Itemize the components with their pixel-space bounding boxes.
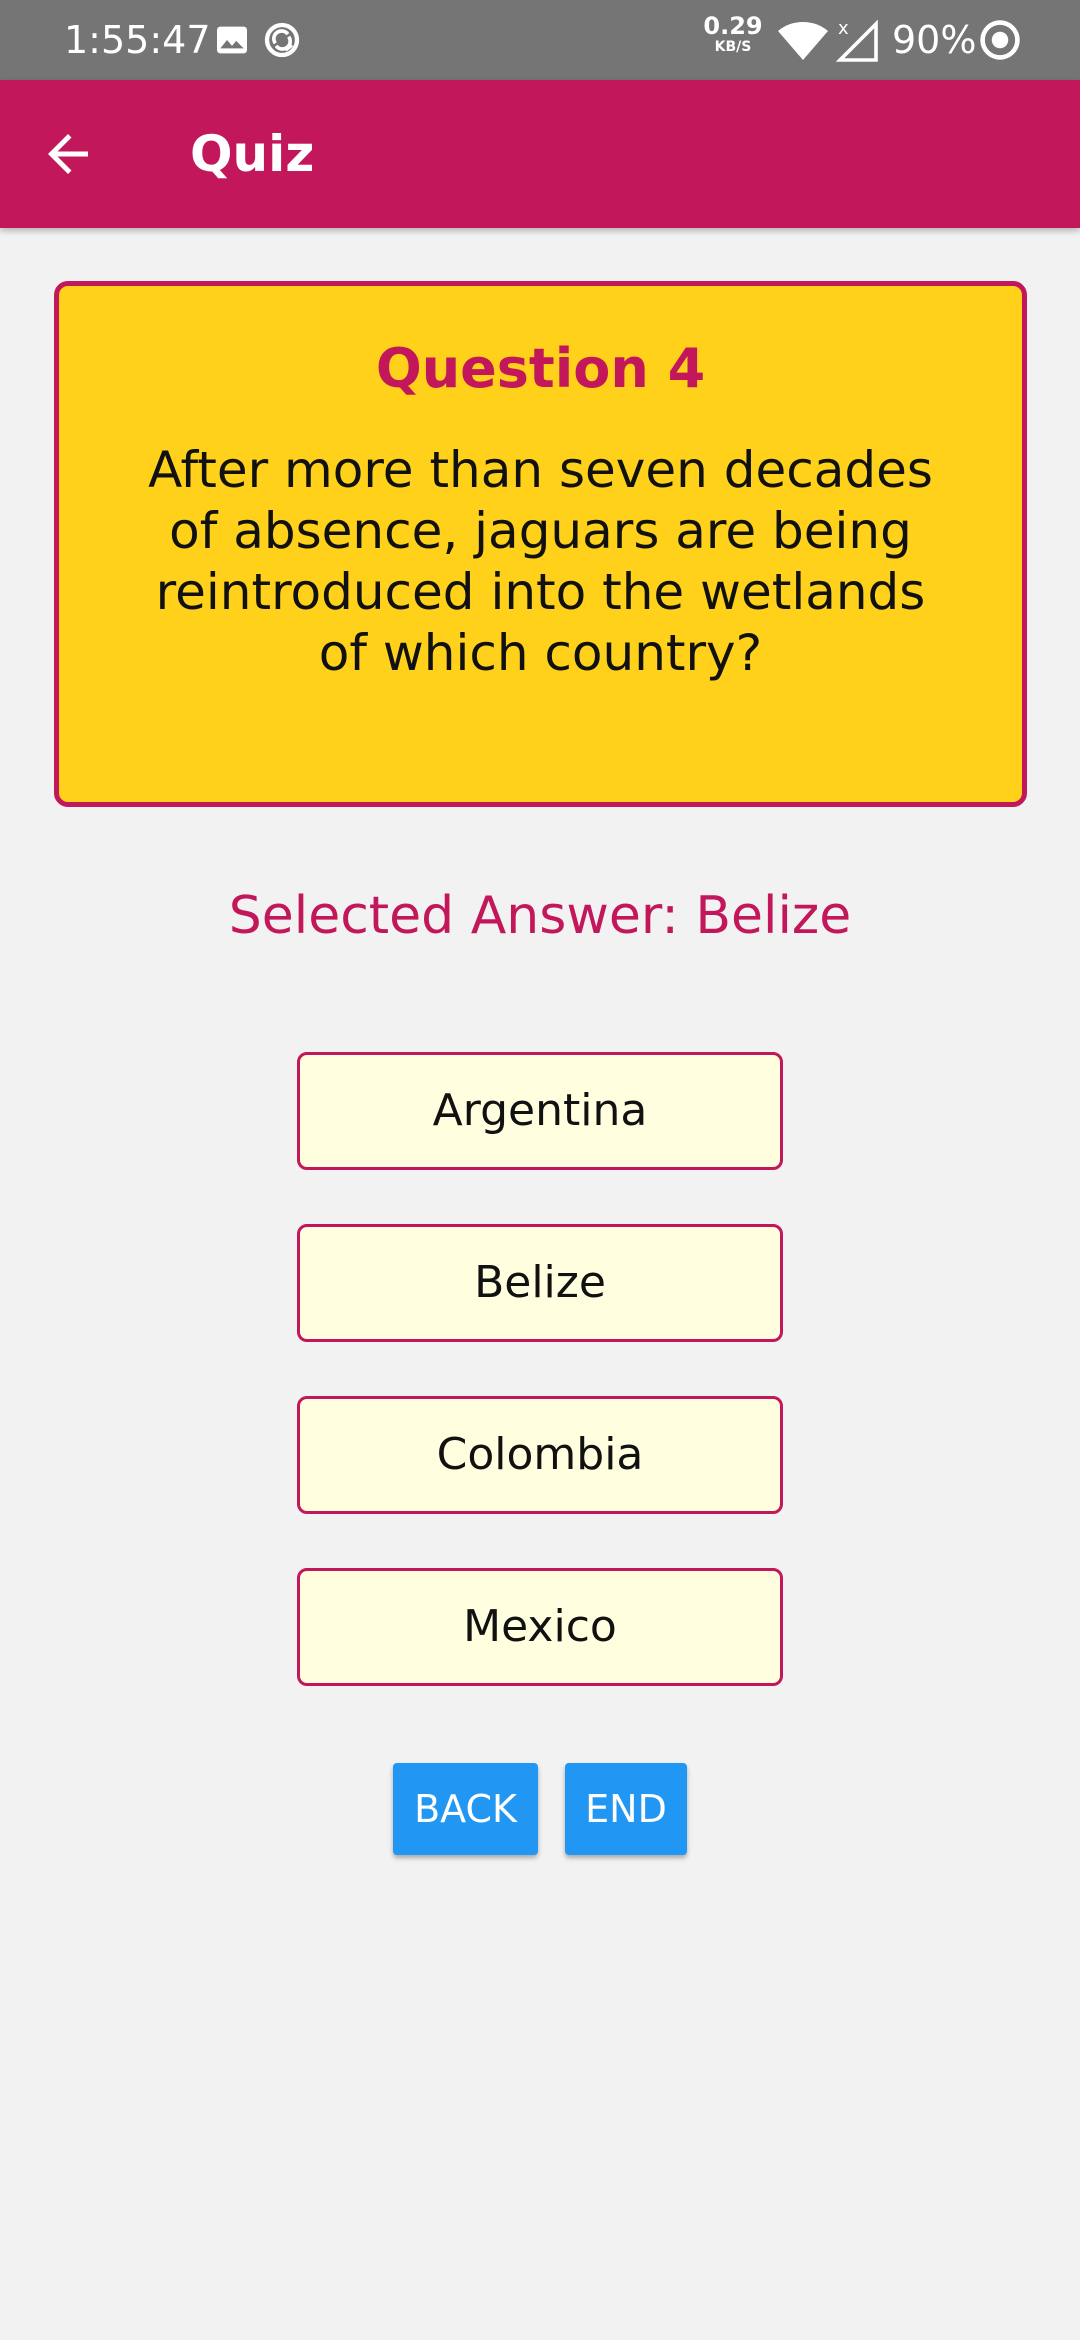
- back-button[interactable]: BACK: [393, 1763, 538, 1855]
- question-card: Question 4 After more than seven decades…: [54, 281, 1027, 807]
- wifi-icon: [778, 22, 828, 60]
- status-bar: 1:55:47 0.29 KB/S x 90%: [0, 0, 1080, 80]
- network-speed-unit: KB/S: [714, 39, 752, 55]
- network-speed: 0.29 KB/S: [700, 14, 766, 54]
- network-speed-value: 0.29: [703, 12, 763, 40]
- app-bar: Quiz: [0, 80, 1080, 228]
- end-button[interactable]: END: [565, 1763, 687, 1855]
- svg-text:x: x: [838, 18, 849, 39]
- answer-options: Argentina Belize Colombia Mexico: [297, 1052, 783, 1740]
- battery-percentage: 90%: [892, 18, 977, 62]
- option-colombia-button[interactable]: Colombia: [297, 1396, 783, 1514]
- nav-buttons: BACK END: [393, 1763, 687, 1855]
- image-icon: [217, 26, 247, 54]
- option-belize-button[interactable]: Belize: [297, 1224, 783, 1342]
- question-text: After more than seven decades of absence…: [148, 441, 933, 682]
- selected-answer-label: Selected Answer: Belize: [228, 886, 852, 946]
- signal-icon: x: [836, 18, 878, 62]
- question-number: Question 4: [375, 337, 706, 400]
- status-time: 1:55:47: [64, 18, 211, 62]
- sync-icon: [264, 22, 300, 58]
- option-argentina-button[interactable]: Argentina: [297, 1052, 783, 1170]
- battery-icon: [980, 20, 1020, 60]
- back-arrow-icon[interactable]: [38, 124, 98, 184]
- page-title: Quiz: [190, 125, 315, 183]
- option-mexico-button[interactable]: Mexico: [297, 1568, 783, 1686]
